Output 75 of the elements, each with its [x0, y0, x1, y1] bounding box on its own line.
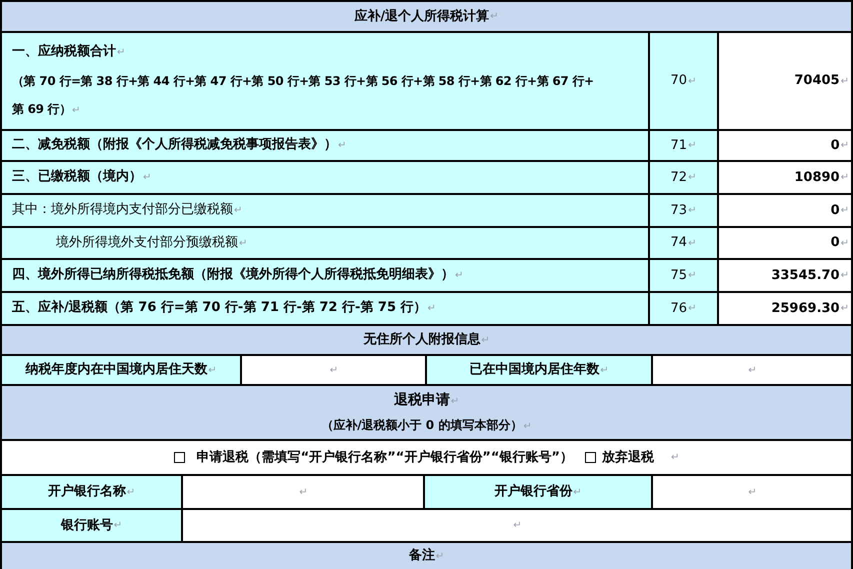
section-title: 备注 — [408, 546, 435, 566]
paragraph-mark: ↵ — [513, 519, 522, 533]
paragraph-mark: ↵ — [428, 303, 436, 314]
checkbox[interactable] — [174, 452, 185, 463]
paragraph-mark: ↵ — [239, 238, 248, 248]
paragraph-mark: ↵ — [688, 236, 696, 250]
paragraph-mark: ↵ — [840, 302, 849, 316]
paragraph-mark: ↵ — [523, 420, 532, 432]
amount-value: 25969.30 — [771, 300, 840, 318]
paragraph-mark: ↵ — [840, 269, 849, 283]
amount-value: 0 — [830, 234, 840, 252]
paragraph-mark: ↵ — [840, 204, 849, 218]
line-number: 71 — [670, 136, 688, 155]
row-label: 一、应纳税额合计 — [12, 44, 116, 58]
field-label: 开户银行名称 — [48, 482, 126, 502]
paragraph-mark: ↵ — [688, 269, 696, 283]
paragraph-mark: ↵ — [600, 364, 609, 378]
field-label: 银行账号 — [60, 516, 113, 535]
row-label: 二、减免税额（附报《个人所得税减免税事项报告表》） — [12, 137, 337, 152]
paragraph-mark: ↵ — [450, 396, 460, 406]
section-title: 应补/退个人所得税计算 — [354, 8, 490, 26]
paragraph-mark: ↵ — [840, 74, 849, 88]
paragraph-mark: ↵ — [670, 451, 680, 465]
paragraph-mark: ↵ — [436, 550, 444, 564]
paragraph-mark: ↵ — [840, 139, 849, 153]
line-number: 72 — [670, 168, 688, 187]
paragraph-mark: ↵ — [338, 140, 346, 151]
paragraph-mark: ↵ — [114, 519, 122, 533]
line-number: 70 — [670, 72, 688, 90]
amount-value: 33545.70 — [771, 266, 840, 285]
paragraph-mark: ↵ — [748, 364, 757, 378]
paragraph-mark: ↵ — [117, 46, 126, 58]
option-label: 放弃退税 — [602, 448, 654, 467]
row-label: 三、已缴税额（境内） — [12, 169, 142, 184]
paragraph-mark: ↵ — [481, 334, 490, 348]
section-title: 退税申请 — [394, 392, 450, 408]
paragraph-mark: ↵ — [330, 364, 338, 378]
paragraph-mark: ↵ — [688, 74, 696, 88]
paragraph-mark: ↵ — [688, 302, 696, 316]
paragraph-mark: ↵ — [688, 139, 696, 153]
formula-text: （第 70 行=第 38 行+第 44 行+第 47 行+第 50 行+第 53 行+第 56 行+第 58 行+第 62 行+第 67 行+ — [12, 74, 594, 88]
field-label: 开户银行省份 — [494, 482, 572, 502]
paragraph-mark: ↵ — [688, 171, 696, 185]
field-label: 已在中国境内居住年数 — [469, 360, 600, 380]
paragraph-mark: ↵ — [126, 486, 136, 500]
row-label: 其中：境外所得境内支付部分已缴税额 — [12, 202, 233, 217]
row-label: 境外所得境外支付部分预缴税额 — [56, 234, 238, 250]
amount-value: 0 — [830, 202, 840, 220]
field-label: 纳税年度内在中国境内居住天数 — [25, 360, 208, 380]
paragraph-mark: ↵ — [688, 204, 696, 218]
row-label: 四、境外所得已纳所得税抵免额（附报《境外所得个人所得税抵免明细表》） — [12, 267, 454, 282]
amount-value: 70405 — [794, 72, 840, 90]
section-subtitle: （应补/退税额小于 0 的填写本部分） — [321, 418, 522, 432]
line-number: 75 — [670, 266, 688, 285]
line-number: 76 — [670, 300, 688, 318]
amount-value: 0 — [830, 136, 840, 155]
paragraph-mark: ↵ — [299, 486, 308, 500]
paragraph-mark: ↵ — [143, 172, 152, 183]
paragraph-mark: ↵ — [72, 104, 80, 116]
paragraph-mark: ↵ — [455, 270, 464, 281]
paragraph-mark: ↵ — [840, 236, 849, 250]
paragraph-mark: ↵ — [208, 364, 217, 378]
paragraph-mark: ↵ — [234, 205, 242, 216]
paragraph-mark: ↵ — [490, 10, 499, 24]
line-number: 74 — [670, 234, 688, 252]
line-number: 73 — [670, 202, 688, 220]
formula-text: 第 69 行） — [12, 102, 71, 116]
amount-value: 10890 — [794, 168, 840, 187]
paragraph-mark: ↵ — [840, 171, 849, 185]
paragraph-mark: ↵ — [573, 486, 582, 500]
option-label: 申请退税（需填写“开户银行名称”“开户银行省份”“银行账号”） — [196, 448, 573, 467]
checkbox[interactable] — [584, 452, 596, 463]
paragraph-mark: ↵ — [748, 486, 757, 500]
row-label: 五、应补/退税额（第 76 行=第 70 行-第 71 行-第 72 行-第 75 行） — [12, 300, 427, 315]
section-title: 无住所个人附报信息 — [363, 331, 480, 350]
